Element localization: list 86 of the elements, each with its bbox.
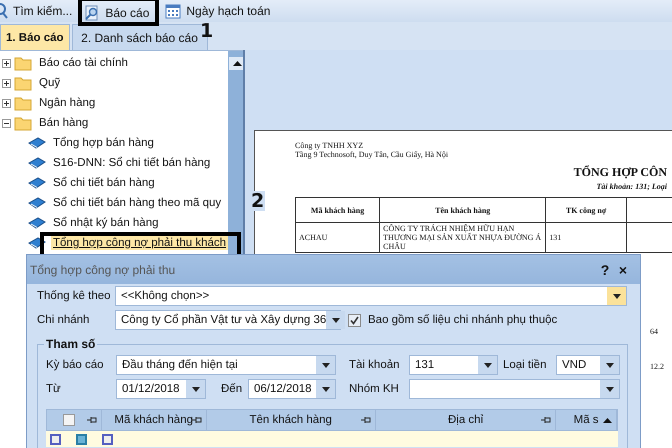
folder-icon [14,116,32,130]
expand-icon[interactable] [2,58,11,68]
expand-icon[interactable] [2,78,11,88]
field-label: Đến [221,383,244,395]
collapse-icon[interactable] [2,118,11,128]
caret-icon [322,386,330,392]
folder-icon [14,96,32,110]
field-label: Nhóm KH [349,383,400,395]
field-label: Thống kê theo [37,290,112,302]
column-header[interactable]: Mã s [574,414,599,426]
currency-dropdown[interactable]: VND [556,355,620,375]
pin-icon[interactable] [192,416,202,424]
tree-item[interactable]: Ngân hàng [37,96,98,110]
caret-icon [332,318,340,322]
folder-icon [14,76,32,90]
date-field[interactable]: 06/12/2018 [248,379,336,399]
tree-item[interactable]: Sổ nhật ký bán hàng [51,216,160,230]
book-icon [28,236,46,250]
book-icon [28,136,46,150]
checkbox-icon [50,434,61,444]
field-label: Tài khoản [349,359,401,371]
checkbox-label: Bao gồm số liệu chi nhánh phụ thuộc [368,314,558,326]
magnifier-page-icon [84,5,100,21]
group-title: Tham số [44,337,98,351]
grid-row[interactable] [46,431,618,447]
step-number: 2 [250,191,266,211]
column-header[interactable]: Mã khách hàng [114,414,193,426]
column-header: Tên khách hàng [380,198,546,222]
toolbar-button[interactable]: Ngày hạch toán [165,1,270,21]
caret-icon [484,362,492,368]
tab[interactable]: 1. Báo cáo [0,24,70,50]
table-cell: CÔNG TY TRÁCH NHIỆM HỮU HẠN THƯƠNG MẠI SẢN XUẤT NHỰA ĐƯỜNG Á CHÂU [380,222,546,252]
period-dropdown[interactable]: Đầu tháng đến hiện tại [116,355,336,375]
statistic-dropdown[interactable]: <<Không chọn>> [115,286,627,306]
folder-icon [14,56,32,70]
tree-item[interactable]: Bán hàng [37,116,90,130]
table-cell: 12.2 [650,362,664,371]
close-button[interactable]: × [614,262,632,278]
tree-item[interactable]: Báo cáo tài chính [37,56,130,70]
column-header[interactable]: Tên khách hàng [249,414,332,426]
column-header[interactable]: Địa chỉ [448,414,484,426]
account-dropdown[interactable]: 131 [409,355,498,375]
caret-icon [606,386,614,392]
tree-item[interactable]: S16-DNN: Sổ chi tiết bán hàng [51,156,212,170]
book-icon [28,176,46,190]
tree-item[interactable]: Tổng hợp bán hàng [51,136,156,150]
dialog-title: Tổng hợp công nợ phải thu [30,262,176,276]
company-name: Công ty TNHH XYZ [295,141,364,150]
pin-icon[interactable] [86,416,97,424]
caret-icon [612,294,620,298]
pin-icon[interactable] [541,416,552,424]
help-button[interactable]: ? [596,262,614,278]
toolbar-button[interactable]: Tìm kiếm... [0,1,72,21]
field-label: Từ [46,383,62,395]
report-title: TỔNG HỢP CÔN [572,165,667,180]
book-icon [28,216,46,230]
sort-icon[interactable] [603,418,612,422]
table-cell: ACHAU [296,222,380,252]
checkbox[interactable] [348,314,361,326]
select-all-checkbox[interactable] [63,414,75,426]
report-subtitle: Tài khoản: 131; Loại [596,182,667,191]
pin-icon[interactable] [360,416,371,424]
calendar-icon [165,3,182,19]
checkbox-icon [102,434,113,444]
table-cell: 131 [546,222,626,252]
checkbox-icon [76,434,87,444]
toolbar-button[interactable]: Báo cáo [84,3,150,23]
caret-icon [322,362,330,368]
tree-item[interactable]: Tổng hợp công nợ phải thu khách [51,236,228,250]
search-icon [0,3,8,19]
book-icon [28,196,46,210]
table-cell-text: 64 [650,327,659,336]
column-header: Mã khách hàng [296,198,380,222]
field-label: Kỳ báo cáo [46,359,105,371]
date-field[interactable]: 01/12/2018 [116,379,206,399]
field-label: Chi nhánh [37,314,90,326]
field-label: Loại tiền [503,359,548,371]
tree-item[interactable]: Sổ chi tiết bán hàng [51,176,157,190]
column-header: TK công nợ [546,198,626,222]
book-icon [28,156,46,170]
tree-item[interactable]: Quỹ [37,76,62,90]
caret-icon [192,386,200,392]
expand-icon[interactable] [2,98,11,108]
company-address: Tầng 9 Technosoft, Duy Tân, Cầu Giấy, Hà Nội [295,150,450,159]
caret-icon [606,362,614,368]
tree-item[interactable]: Sổ chi tiết bán hàng theo mã quy [51,196,224,210]
